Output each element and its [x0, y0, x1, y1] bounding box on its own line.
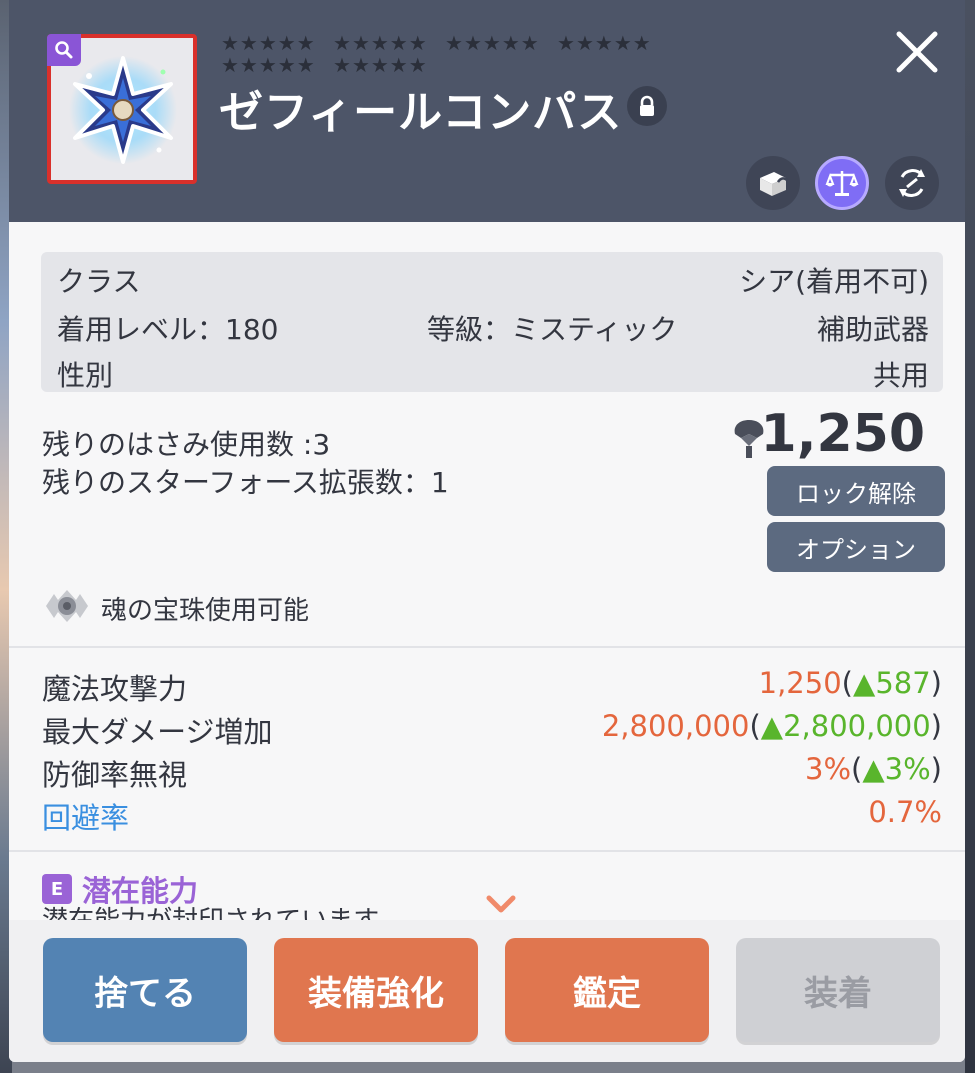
- stat-name: 回避率: [42, 801, 130, 835]
- starforce-stars: ★★★★★ ★★★★★ ★★★★★ ★★★★★ ★★★★★ ★★★★★: [221, 32, 741, 76]
- class-label: クラス: [57, 265, 141, 298]
- item-type-value: 補助武器: [816, 313, 929, 346]
- equip-button[interactable]: 装着: [736, 938, 940, 1042]
- stat-value: 2,800,000: [601, 709, 750, 743]
- paren-open: (: [841, 666, 853, 700]
- stat-row-magic-attack: 魔法攻撃力 1,250(▲587): [42, 666, 942, 709]
- soul-weapon-text: 魂の宝珠使用可能: [101, 596, 310, 626]
- item-header: ★★★★★ ★★★★★ ★★★★★ ★★★★★ ★★★★★ ★★★★★ ゼフィー…: [9, 0, 965, 222]
- paren-close: ): [930, 709, 942, 743]
- scissors-count: 残りのはさみ使用数 :3: [42, 428, 331, 461]
- divider: [9, 646, 965, 648]
- gender-value: 共用: [872, 359, 929, 392]
- close-icon: [896, 31, 938, 73]
- paren-close: ): [930, 752, 942, 786]
- soul-icon: [46, 590, 88, 622]
- item-tooltip-panel: ★★★★★ ★★★★★ ★★★★★ ★★★★★ ★★★★★ ★★★★★ ゼフィー…: [9, 0, 965, 1062]
- stat-name: 防御率無視: [42, 758, 188, 792]
- potential-title: 潜在能力: [82, 874, 199, 908]
- stat-list: 魔法攻撃力 1,250(▲587) 最大ダメージ増加 2,800,000(▲2,…: [42, 666, 942, 838]
- stat-bonus: 3%: [884, 752, 931, 786]
- enhance-button[interactable]: 装備強化: [274, 938, 478, 1042]
- divider: [9, 850, 965, 852]
- starforce-expand-count: 残りのスターフォース拡張数：1: [42, 466, 449, 499]
- star-group: ★★★★★: [333, 53, 428, 77]
- upgrade-counts: 残りのはさみ使用数 :3 残りのスターフォース拡張数：1: [42, 426, 449, 502]
- stat-value: 0.7%: [868, 795, 942, 829]
- appraise-button[interactable]: 鑑定: [505, 938, 709, 1042]
- compass-item-image: [69, 56, 177, 164]
- gender-label: 性別: [57, 359, 114, 392]
- potential-header[interactable]: E 潜在能力: [42, 868, 198, 910]
- stat-name: 魔法攻撃力: [42, 672, 188, 706]
- cycle-icon[interactable]: [885, 156, 939, 210]
- option-button[interactable]: オプション: [767, 522, 945, 572]
- stat-name: 最大ダメージ増加: [42, 715, 273, 749]
- level-label: 着用レベル：180: [57, 313, 279, 346]
- meso-value: 1,250: [760, 404, 925, 464]
- action-bar: 捨てる 装備強化 鑑定 装着: [9, 920, 965, 1062]
- star-group: ★★★★★: [445, 31, 540, 55]
- star-group: ★★★★★: [557, 31, 652, 55]
- paren-close: ): [930, 666, 942, 700]
- discard-button[interactable]: 捨てる: [43, 938, 247, 1042]
- up-arrow-icon: ▲: [862, 752, 885, 786]
- background-right: [965, 0, 975, 1073]
- paren-open: (: [851, 752, 863, 786]
- scale-icon[interactable]: [815, 156, 869, 210]
- item-icon-frame[interactable]: [47, 34, 197, 184]
- star-group: ★★★★★: [221, 53, 316, 77]
- stat-value: 3%: [805, 752, 852, 786]
- item-requirements: クラス シア(着用不可) 着用レベル：180 等級：ミスティック 補助武器 性別…: [41, 252, 943, 392]
- star-group: ★★★★★: [221, 31, 316, 55]
- paren-open: (: [749, 709, 761, 743]
- lock-icon: [627, 86, 667, 126]
- potential-grade-badge: E: [42, 874, 72, 904]
- stat-row-evasion: 回避率 0.7%: [42, 795, 942, 838]
- stat-row-ignore-defense: 防御率無視 3%(▲3%): [42, 752, 942, 795]
- stat-row-max-damage: 最大ダメージ増加 2,800,000(▲2,800,000): [42, 709, 942, 752]
- grade-label: 等級：ミスティック: [427, 313, 678, 346]
- box-icon[interactable]: [746, 156, 800, 210]
- class-value: シア(着用不可): [739, 265, 929, 298]
- up-arrow-icon: ▲: [760, 709, 784, 743]
- up-arrow-icon: ▲: [853, 666, 876, 700]
- unlock-button[interactable]: ロック解除: [767, 466, 945, 516]
- stat-value: 1,250: [758, 666, 842, 700]
- close-button[interactable]: [889, 24, 945, 80]
- stat-bonus: 2,800,000: [783, 709, 931, 743]
- star-group: ★★★★★: [333, 31, 428, 55]
- chevron-down-icon[interactable]: [483, 892, 519, 916]
- stat-bonus: 587: [875, 666, 931, 700]
- item-name: ゼフィールコンパス: [219, 87, 623, 138]
